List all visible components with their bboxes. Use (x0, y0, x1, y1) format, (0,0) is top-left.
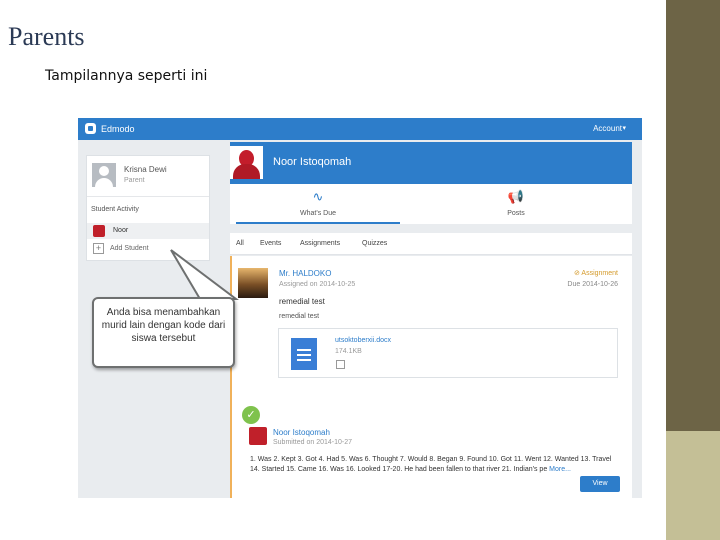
callout-box: Anda bisa menambahkan murid lain dengan … (92, 297, 235, 368)
callout-text: Anda bisa menambahkan murid lain dengan … (101, 307, 226, 344)
